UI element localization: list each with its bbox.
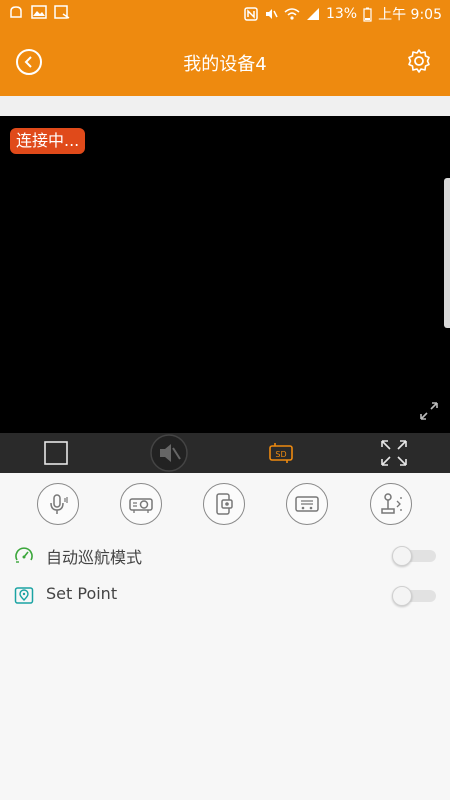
set-point-toggle[interactable] (392, 586, 436, 606)
clock-text: 上午 9:05 (378, 7, 442, 23)
svg-text:SD: SD (275, 450, 286, 459)
fullscreen-icon (381, 440, 407, 466)
fullscreen-button[interactable] (349, 433, 439, 473)
stop-button[interactable] (11, 433, 101, 473)
microphone-icon (50, 494, 68, 514)
app-header: 我的设备4 (0, 26, 450, 96)
wifi-icon (284, 8, 300, 20)
battery-text: 13% (325, 6, 358, 22)
signal-icon (306, 8, 319, 20)
connection-status-badge: 连接中... (10, 128, 86, 154)
image-icon (31, 5, 47, 19)
status-bar: 13% 上午 9:05 (0, 0, 450, 26)
setting-label: Set Point (46, 584, 118, 603)
side-drawer-handle[interactable] (444, 178, 450, 328)
toggle-knob (392, 586, 412, 606)
projector-button[interactable] (120, 483, 162, 525)
mute-icon (265, 9, 278, 19)
sd-card-icon: SD (269, 443, 293, 463)
nfc-icon (244, 7, 258, 21)
speedometer-icon (15, 547, 33, 563)
sd-card-button[interactable]: SD (236, 433, 326, 473)
remote-control-button[interactable] (286, 483, 328, 525)
video-control-bar: SD (0, 433, 450, 473)
battery-icon (363, 7, 372, 22)
header-spacer (0, 96, 450, 116)
video-view[interactable]: 连接中... (0, 116, 450, 433)
setting-row-cruise: 自动巡航模式 (0, 536, 450, 572)
device-camera-button[interactable] (203, 483, 245, 525)
square-icon (44, 441, 68, 465)
notification-icon (10, 6, 22, 18)
projector-icon (129, 498, 153, 513)
remote-control-icon (295, 496, 319, 512)
sound-toggle-button[interactable] (124, 433, 214, 473)
location-pin-icon (14, 587, 34, 604)
settings-button[interactable] (406, 48, 432, 74)
cruise-mode-toggle[interactable] (392, 546, 436, 566)
function-panel: 自动巡航模式 Set Point (0, 473, 450, 800)
talk-button[interactable] (37, 483, 79, 525)
page-title: 我的设备4 (183, 54, 267, 75)
phone-camera-icon (216, 493, 233, 515)
screenshot-icon (54, 5, 70, 19)
setting-row-set-point: Set Point (0, 576, 450, 612)
expand-icon (420, 402, 438, 420)
function-buttons (0, 483, 450, 527)
toggle-knob (392, 546, 412, 566)
setting-label: 自动巡航模式 (46, 548, 143, 567)
ptz-control-button[interactable] (370, 483, 412, 525)
gear-icon (408, 49, 430, 73)
expand-video-button[interactable] (418, 400, 440, 422)
speaker-muted-icon (150, 434, 188, 472)
joystick-icon (381, 493, 402, 514)
